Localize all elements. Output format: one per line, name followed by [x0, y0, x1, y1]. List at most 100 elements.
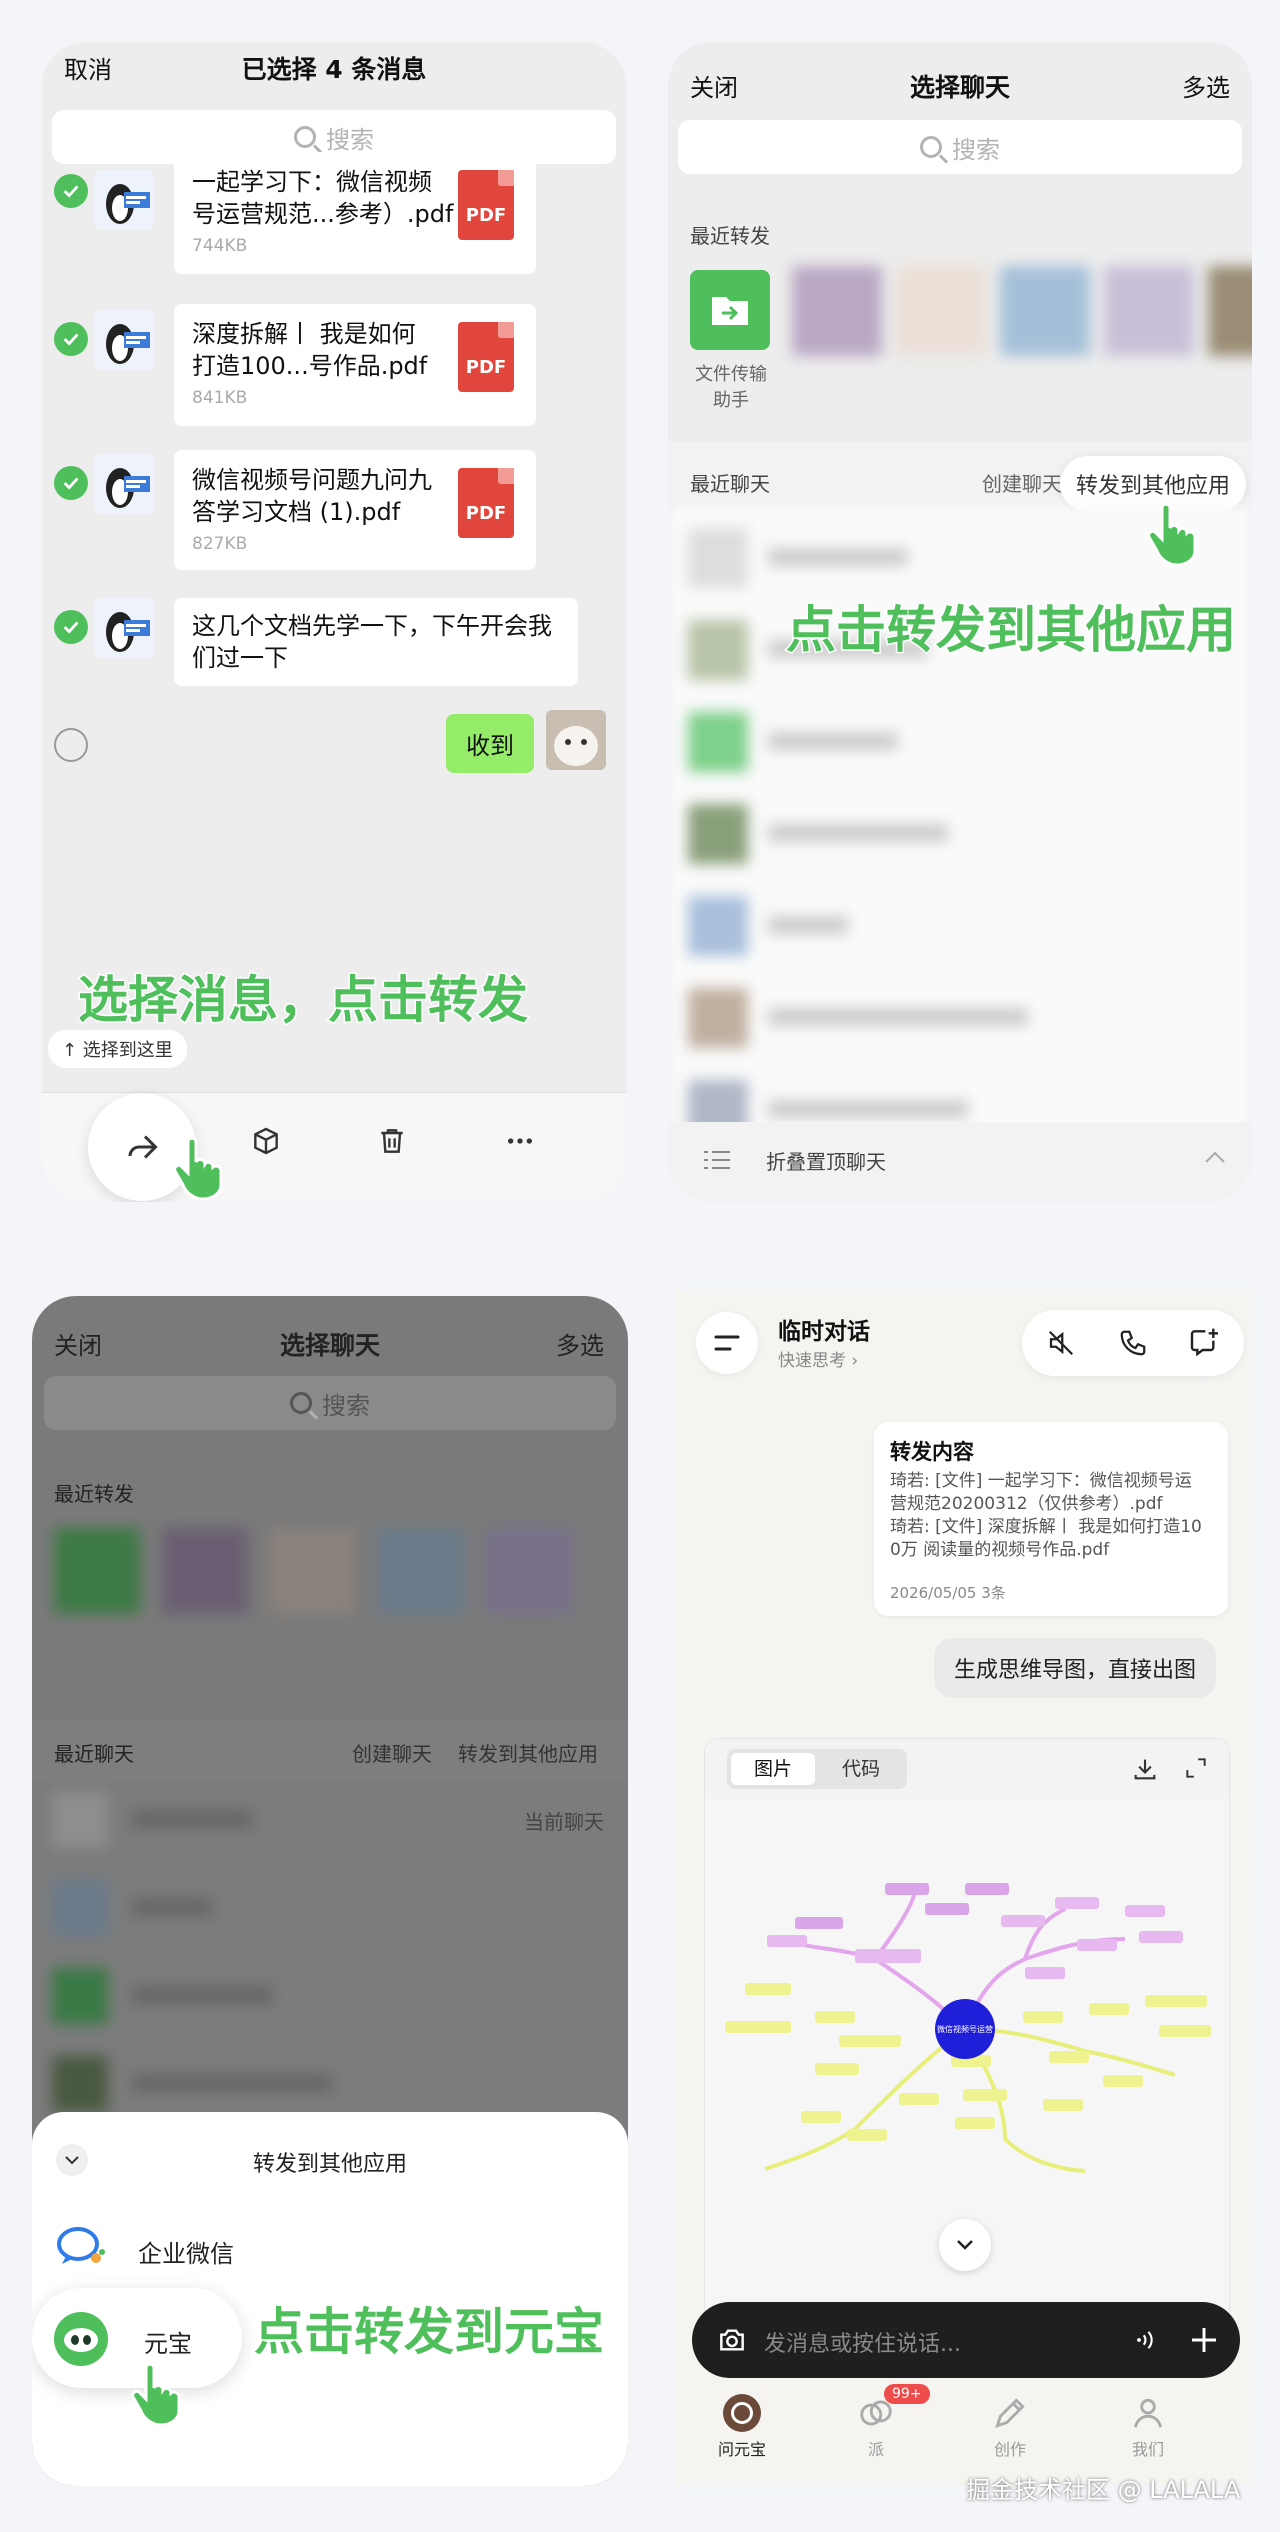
panel-yuanbao-chat: 临时对话 快速思考 › 转发内容 琦若: [文件] 一起学习下：微信视频号运 营… — [676, 1290, 1254, 2486]
file-message[interactable]: 深度拆解丨 我是如何 打造100...号作品.pdf 841KB PDF — [174, 304, 536, 426]
checked-icon[interactable] — [54, 610, 88, 644]
create-icon — [995, 2398, 1025, 2428]
message-row[interactable]: 一起学习下：微信视频 号运营规范...参考）.pdf 744KB PDF — [42, 152, 626, 280]
nav-item-wenyuanbao[interactable]: 问元宝 — [700, 2394, 784, 2460]
file-helper-contact[interactable]: 文件传输 助手 — [690, 270, 772, 412]
scroll-down-button[interactable] — [939, 2219, 991, 2271]
tap-hand-icon — [131, 2362, 181, 2426]
recent-contacts-blurred — [792, 266, 1252, 406]
multi-select-button[interactable]: 多选 — [1182, 68, 1230, 103]
user-message[interactable]: 生成思维导图，直接出图 — [934, 1638, 1217, 1698]
mindmap-center-text: 微信视频号运营 — [937, 2024, 993, 2034]
avatar — [94, 170, 154, 230]
section-label: 最近转发 — [690, 224, 770, 248]
search-input[interactable]: 搜索 — [44, 1376, 616, 1430]
search-icon — [294, 126, 316, 148]
menu-button[interactable] — [696, 1312, 758, 1374]
nav-item-me[interactable]: 我们 — [1106, 2394, 1190, 2460]
expand-icon[interactable] — [1183, 1755, 1209, 1781]
yuanbao-icon — [54, 2312, 108, 2366]
list-icon — [704, 1151, 730, 1169]
app-item-wecom[interactable]: 企业微信 — [56, 2214, 616, 2284]
section-label: 最近转发 — [54, 1482, 134, 1506]
new-chat-icon[interactable] — [1188, 1326, 1220, 1358]
panel-choose-chat: 关闭 选择聊天 多选 搜索 最近转发 文件传输 助手 最近聊天 创建聊天 转发到… — [668, 42, 1252, 1202]
phone-icon[interactable] — [1118, 1328, 1148, 1358]
wenyuanbao-icon — [723, 2394, 761, 2432]
share-sheet: 转发到其他应用 企业微信 元宝 点击转发到元宝 — [32, 2112, 628, 2486]
delete-icon[interactable] — [376, 1125, 408, 1157]
user-icon — [1133, 2398, 1163, 2428]
pdf-icon: PDF — [458, 170, 514, 240]
search-icon — [920, 136, 942, 158]
search-input[interactable]: 搜索 — [678, 120, 1242, 174]
tap-hand-icon — [173, 1136, 223, 1200]
voice-icon[interactable] — [1132, 2326, 1160, 2354]
mindmap-toolbar: 图片 代码 — [705, 1739, 1229, 1799]
chevron-up-icon — [1205, 1151, 1225, 1163]
pdf-icon: PDF — [458, 468, 514, 538]
file-message[interactable]: 一起学习下：微信视频 号运营规范...参考）.pdf 744KB PDF — [174, 152, 536, 274]
pdf-icon: PDF — [458, 322, 514, 392]
recent-chats-header: 最近聊天 创建聊天 转发到其他应用 — [32, 1720, 628, 1780]
notification-badge: 99+ — [884, 2384, 930, 2404]
search-icon — [290, 1392, 312, 1414]
composer: 发消息或按住说话... — [692, 2302, 1240, 2378]
message-row[interactable]: 深度拆解丨 我是如何 打造100...号作品.pdf 841KB PDF — [42, 304, 626, 426]
message-row[interactable]: 收到 — [42, 710, 626, 780]
more-icon[interactable] — [504, 1125, 536, 1157]
nav-item-pai[interactable]: 99+ 派 — [834, 2384, 930, 2460]
create-chat-link[interactable]: 创建聊天 — [352, 1738, 432, 1767]
mindmap-image[interactable]: 微信视频号运营 — [705, 1799, 1229, 2347]
multi-select-button[interactable]: 多选 — [556, 1326, 604, 1361]
forward-card[interactable]: 转发内容 琦若: [文件] 一起学习下：微信视频号运 营规范20200312（仅… — [874, 1422, 1228, 1616]
file-message[interactable]: 微信视频号问题九问九 答学习文档 (1).pdf 827KB PDF — [174, 450, 536, 570]
checked-icon[interactable] — [54, 322, 88, 356]
tap-hand-icon — [1147, 502, 1197, 566]
download-icon[interactable] — [1131, 1755, 1159, 1783]
collapse-pinned-row[interactable]: 折叠置顶聊天 — [668, 1122, 1252, 1202]
message-row[interactable]: 这几个文档先学一下，下午开会我 们过一下 — [42, 598, 626, 698]
caption: 选择消息，点击转发 — [77, 970, 530, 1031]
page-title: 选择聊天 — [909, 73, 1010, 102]
watermark: 掘金技术社区 @ LALALA — [966, 2476, 1241, 2504]
tab-code[interactable]: 代码 — [819, 1753, 903, 1785]
message-row[interactable]: 微信视频号问题九问九 答学习文档 (1).pdf 827KB PDF — [42, 450, 626, 570]
select-to-here-button[interactable]: ↑ 选择到这里 — [48, 1030, 187, 1068]
forward-icon — [128, 1135, 158, 1159]
checked-icon[interactable] — [54, 174, 88, 208]
create-chat-link[interactable]: 创建聊天 — [982, 468, 1062, 497]
forward-other-app-link[interactable]: 转发到其他应用 — [458, 1738, 598, 1767]
reply-bubble[interactable]: 收到 — [446, 714, 534, 773]
wecom-icon — [57, 2227, 105, 2264]
current-chat-label: 当前聊天 — [524, 1810, 604, 1834]
mode-selector[interactable]: 快速思考 › — [778, 1346, 858, 1371]
caption: 点击转发到元宝 — [253, 2302, 606, 2363]
view-tabs: 图片 代码 — [727, 1749, 907, 1789]
unchecked-icon[interactable] — [54, 728, 88, 762]
my-avatar — [546, 710, 606, 770]
plus-icon[interactable] — [1188, 2324, 1220, 2356]
page-title: 已选择 4 条消息 — [241, 55, 427, 84]
avatar — [94, 454, 154, 514]
nav-item-create[interactable]: 创作 — [968, 2394, 1052, 2460]
chevron-down-icon — [957, 2240, 973, 2250]
panel-select-messages: 取消 已选择 4 条消息 搜索 一起学习下：微信视频 号运营规范...参考）.pd… — [42, 42, 626, 1202]
avatar — [94, 310, 154, 370]
chat-title: 临时对话 — [778, 1319, 870, 1345]
checked-icon[interactable] — [54, 466, 88, 500]
message-input[interactable]: 发消息或按住说话... — [764, 2326, 961, 2358]
header-actions — [1022, 1310, 1244, 1376]
file-helper-icon — [690, 270, 770, 350]
bottom-toolbar — [42, 1092, 626, 1202]
favorite-box-icon[interactable] — [250, 1125, 282, 1157]
mindmap-card: 图片 代码 微信视频号运营 — [704, 1738, 1230, 2348]
panel-forward-other-app: 关闭 选择聊天 多选 搜索 最近转发 最近聊天 创建聊天 转发到其他应用 当前聊… — [32, 1296, 628, 2486]
page-title: 选择聊天 — [279, 1331, 380, 1360]
tab-image[interactable]: 图片 — [731, 1753, 815, 1785]
mute-icon[interactable] — [1046, 1328, 1076, 1358]
caption: 点击转发到其他应用 — [785, 600, 1238, 661]
camera-icon[interactable] — [716, 2324, 748, 2356]
text-message[interactable]: 这几个文档先学一下，下午开会我 们过一下 — [174, 598, 578, 686]
avatar — [94, 598, 154, 658]
